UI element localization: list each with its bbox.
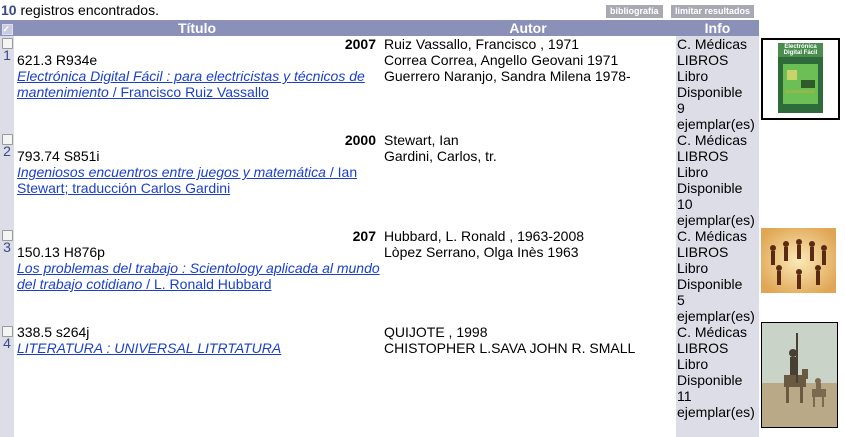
info-copies-label: ejemplar(es) [677,308,755,324]
record-title-link[interactable]: Los problemas del trabajo : Scientology … [14,260,380,292]
cover-thumbnail-3[interactable] [761,228,836,293]
info-cell: C. Médicas LIBROS Libro Disponible 11 ej… [676,324,759,437]
results-toolbar: 10 registros encontrados. bibliografía l… [0,0,845,20]
call-number: 150.13 H876p [17,244,105,260]
info-collection: LIBROS [677,52,729,68]
info-location: C. Médicas [677,228,748,244]
author-line: CHISTOPHER L.SAVA JOHN R. SMALL [384,340,636,356]
results-table: Título Autor Info 1 2007 621.3 R934e Ele… [0,20,759,437]
cover-thumbnail-1[interactable]: Electrónica Digital Fácil [761,38,840,120]
info-location: C. Médicas [677,132,748,148]
info-location: C. Médicas [677,36,748,52]
call-number: 621.3 R934e [17,52,98,68]
check-all-icon [1,21,13,37]
info-type: Libro [677,164,709,180]
info-copies-label: ejemplar(es) [677,116,755,132]
cover-thumbnail-4[interactable] [761,322,838,428]
table-row: 4 338.5 s264j LITERATURA : UNIVERSAL LIT… [0,324,759,437]
title-cell: 2007 621.3 R934e Electrónica Digital Fác… [14,36,380,132]
record-number: 3 [3,239,11,255]
record-year: 2007 [344,36,376,52]
title-cell: 338.5 s264j LITERATURA : UNIVERSAL LITRT… [14,324,380,437]
table-row: 2 2000 793.74 S851i Ingeniosos encuentro… [0,132,759,228]
info-location: C. Médicas [677,324,748,340]
author-line: Lòpez Serrano, Olga Inès 1963 [384,244,579,260]
info-collection: LIBROS [677,244,729,260]
record-title[interactable]: Ingeniosos encuentros entre juegos y mat… [17,164,326,180]
record-number: 4 [3,335,11,351]
info-type: Libro [677,356,709,372]
table-row: 1 2007 621.3 R934e Electrónica Digital F… [0,36,759,132]
info-status: Disponible [677,84,743,100]
record-year: 2000 [344,132,376,148]
results-count: 10 registros encontrados. [1,2,159,18]
author-cell: QUIJOTE , 1998 CHISTOPHER L.SAVA JOHN R.… [380,324,676,437]
info-type: Libro [677,68,709,84]
author-line: Stewart, Ian [384,132,459,148]
info-copies: 11 [677,388,692,404]
info-collection: LIBROS [677,148,729,164]
call-number: 338.5 s264j [17,324,90,340]
author-line: Hubbard, L. Ronald , 1963-2008 [384,228,585,244]
info-copies: 9 [677,100,685,116]
table-header-row: Título Autor Info [0,20,759,37]
title-cell: 2000 793.74 S851i Ingeniosos encuentros … [14,132,380,228]
record-responsibility[interactable]: / Francisco Ruiz Vassallo [109,84,269,100]
info-type: Libro [677,260,709,276]
author-line: Guerrero Naranjo, Sandra Milena 1978- [384,68,631,84]
record-title-link[interactable]: Ingeniosos encuentros entre juegos y mat… [14,164,380,196]
info-copies-label: ejemplar(es) [677,212,755,228]
info-cell: C. Médicas LIBROS Libro Disponible 10 ej… [676,132,759,228]
info-cell: C. Médicas LIBROS Libro Disponible 9 eje… [676,36,759,132]
column-header-titulo[interactable]: Título [14,20,380,36]
column-header-autor[interactable]: Autor [380,20,676,36]
limitar-resultados-button[interactable]: limitar resultados [671,5,755,18]
author-line: Ruiz Vassallo, Francisco , 1971 [384,36,580,52]
record-title-link[interactable]: Electrónica Digital Fácil : para electri… [14,68,380,100]
title-cell: 207 150.13 H876p Los problemas del traba… [14,228,380,324]
book-cover-title: Electrónica Digital Fácil [783,44,818,56]
info-status: Disponible [677,180,743,196]
results-count-number: 10 [1,2,17,18]
author-line: Correa Correa, Angello Geovani 1971 [384,52,619,68]
people-circle-image [761,228,836,293]
table-row: 3 207 150.13 H876p Los problemas del tra… [0,228,759,324]
info-copies: 5 [677,292,685,308]
info-copies-label: ejemplar(es) [677,404,755,420]
author-cell: Ruiz Vassallo, Francisco , 1971 Correa C… [380,36,676,132]
info-collection: LIBROS [677,340,729,356]
info-status: Disponible [677,372,743,388]
record-year: 207 [352,228,376,244]
author-cell: Hubbard, L. Ronald , 1963-2008 Lòpez Ser… [380,228,676,324]
record-number: 2 [3,143,11,159]
author-line: Gardini, Carlos, tr. [384,148,497,164]
author-cell: Stewart, Ian Gardini, Carlos, tr. [380,132,676,228]
author-line: QUIJOTE , 1998 [384,324,488,340]
column-header-info[interactable]: Info [676,20,759,36]
call-number: 793.74 S851i [17,148,100,164]
info-copies: 10 [677,196,693,212]
record-responsibility[interactable]: / L. Ronald Hubbard [142,276,271,292]
record-title[interactable]: LITERATURA : UNIVERSAL LITRTATURA [17,340,281,356]
info-status: Disponible [677,276,743,292]
bibliografia-button[interactable]: bibliografía [606,5,663,18]
record-title-link[interactable]: LITERATURA : UNIVERSAL LITRTATURA [14,340,380,356]
results-count-label: registros encontrados. [20,2,159,18]
info-cell: C. Médicas LIBROS Libro Disponible 5 eje… [676,228,759,324]
select-all-checkbox[interactable] [0,20,14,37]
quijote-illustration-image [762,323,837,427]
record-number: 1 [3,47,11,63]
